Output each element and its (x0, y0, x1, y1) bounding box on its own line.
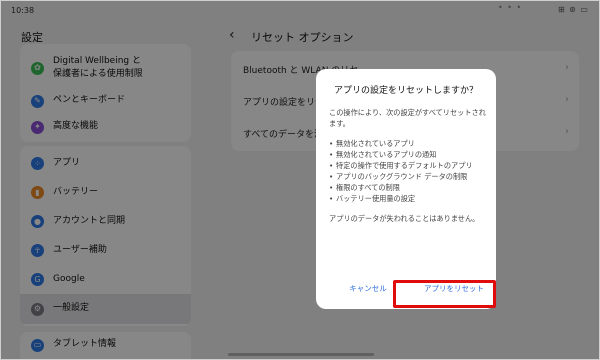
dialog-body: この操作により、次の設定がすべてリセットされます。 無効化されているアプリ 無効… (329, 107, 487, 233)
modal-scrim[interactable] (1, 1, 599, 359)
list-item: 無効化されているアプリ (329, 138, 487, 149)
reset-app-settings-dialog: アプリの設定をリセットしますか？ この操作により、次の設定がすべてリセットされま… (316, 69, 496, 309)
list-item: 特定の操作で使用するデフォルトのアプリ (329, 160, 487, 171)
highlight-box (393, 280, 496, 308)
list-item: 無効化されているアプリの通知 (329, 149, 487, 160)
cancel-button[interactable]: キャンセル (338, 283, 398, 294)
dialog-title: アプリの設定をリセットしますか？ (333, 86, 478, 96)
list-item: アプリのバックグラウンド データの制限 (329, 171, 487, 182)
list-item: 権限のすべての制限 (329, 182, 487, 193)
dialog-note: アプリのデータが失われることはありません。 (329, 214, 480, 223)
list-item: バッテリー使用量の設定 (329, 193, 487, 204)
reset-items-list: 無効化されているアプリ 無効化されているアプリの通知 特定の操作で使用するデフォ… (329, 138, 487, 204)
screen-frame: 10:38 設定 ✿ Digital Wellbeing と 保護者による使用制… (0, 0, 600, 360)
dialog-intro: この操作により、次の設定がすべてリセットされます。 (329, 108, 486, 128)
